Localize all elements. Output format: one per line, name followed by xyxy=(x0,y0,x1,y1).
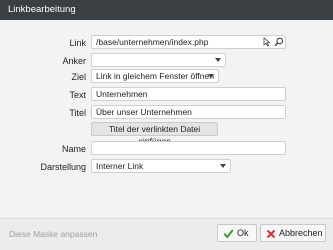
close-icon xyxy=(266,229,276,239)
search-icon[interactable] xyxy=(274,37,284,47)
ok-button-label: Ok xyxy=(237,228,249,238)
cancel-button-label: Abbrechen xyxy=(279,228,323,238)
link-input[interactable]: /base/unternehmen/index.php xyxy=(91,35,286,49)
name-input[interactable] xyxy=(91,141,286,155)
cancel-button[interactable]: Abbrechen xyxy=(260,224,326,242)
titel-input-value: Über unser Unternehmen xyxy=(96,107,192,117)
ziel-label: Ziel xyxy=(71,72,86,82)
ok-button[interactable]: Ok xyxy=(217,224,257,242)
anker-select[interactable] xyxy=(91,53,226,67)
text-label: Text xyxy=(69,90,86,100)
anker-label: Anker xyxy=(62,56,86,66)
ziel-select[interactable]: Link in gleichem Fenster öffnen xyxy=(91,69,219,83)
darstellung-select[interactable]: Interner Link xyxy=(91,159,231,173)
chevron-down-icon xyxy=(220,164,226,168)
check-icon xyxy=(223,229,234,239)
darstellung-select-value: Interner Link xyxy=(96,161,144,171)
text-input-value: Unternehmen xyxy=(96,89,148,99)
ziel-select-value: Link in gleichem Fenster öffnen xyxy=(96,71,214,81)
name-label: Name xyxy=(61,144,86,154)
insert-file-title-button[interactable]: Titel der verlinkten Datei einfügen xyxy=(91,122,218,146)
dialog-title: Linkbearbeitung xyxy=(0,0,333,20)
link-label: Link xyxy=(69,38,86,48)
cursor-select-icon[interactable] xyxy=(262,37,272,47)
chevron-down-icon xyxy=(208,74,214,78)
link-edit-dialog: Linkbearbeitung Link /base/unternehmen/i… xyxy=(0,0,333,250)
text-input[interactable]: Unternehmen xyxy=(91,87,286,101)
titel-input[interactable]: Über unser Unternehmen xyxy=(91,105,286,119)
titel-label: Titel xyxy=(69,108,86,118)
customize-form-link[interactable]: Diese Maske anpassen xyxy=(9,229,97,239)
link-input-value: /base/unternehmen/index.php xyxy=(96,37,209,47)
darstellung-label: Darstellung xyxy=(40,162,86,172)
chevron-down-icon xyxy=(215,58,221,62)
